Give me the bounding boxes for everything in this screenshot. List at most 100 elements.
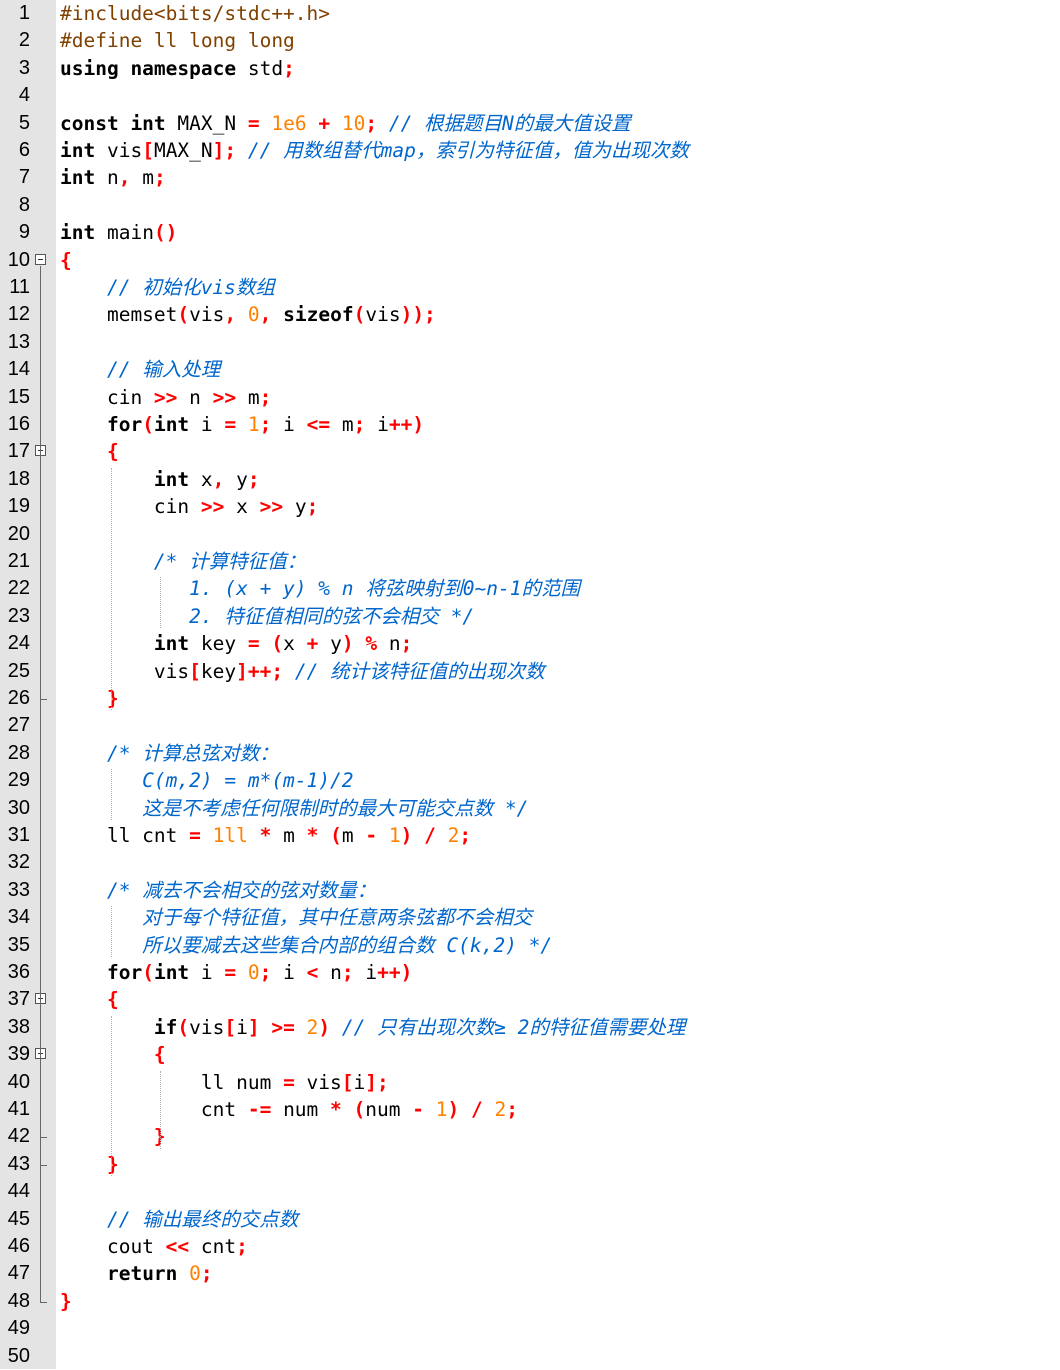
code-line[interactable]: 2 #define ll long long: [0, 27, 1060, 54]
code-text: cin >> n >> m;: [60, 384, 271, 411]
line-number: 42: [7, 1125, 30, 1148]
code-token: m: [236, 385, 260, 409]
code-line[interactable]: 23 2. 特征值相同的弦不会相交 */: [0, 603, 1060, 630]
code-line[interactable]: 12 memset(vis, 0, sizeof(vis));: [0, 301, 1060, 328]
code-line[interactable]: 14 // 输入处理: [0, 356, 1060, 383]
code-line[interactable]: 29 C(m,2) = m*(m-1)/2: [0, 767, 1060, 794]
code-token: vis: [95, 139, 143, 162]
code-line[interactable]: 49: [0, 1315, 1060, 1342]
indent-guide: [160, 1070, 161, 1149]
code-line[interactable]: 18 int x, y;: [0, 466, 1060, 493]
code-line[interactable]: 32: [0, 849, 1060, 876]
code-token: =: [189, 824, 201, 847]
code-token: // 用数组替代map，索引为特征值，值为出现次数: [247, 139, 689, 162]
code-line[interactable]: 44: [0, 1178, 1060, 1205]
code-line[interactable]: 35 所以要减去这些集合内部的组合数 C(k,2) */: [0, 932, 1060, 959]
code-token: >>: [259, 495, 284, 519]
code-token: *: [259, 824, 272, 847]
code-text: /* 计算特征值：: [60, 548, 306, 575]
code-line[interactable]: 34 对于每个特征值，其中任意两条弦都不会相交: [0, 904, 1060, 931]
code-line[interactable]: 33 /* 减去不会相交的弦对数量：: [0, 877, 1060, 904]
code-token: // 初始化vis数组: [106, 276, 275, 299]
code-line[interactable]: 16 for(int i = 1; i <= m; i++): [0, 411, 1060, 438]
code-line[interactable]: 30 这是不考虑任何限制时的最大可能交点数 */: [0, 795, 1060, 822]
line-number: 27: [7, 714, 30, 737]
code-line[interactable]: 50: [0, 1343, 1060, 1370]
line-number: 4: [18, 84, 30, 107]
code-line[interactable]: 37 {: [0, 986, 1060, 1013]
code-line[interactable]: 7 int n, m;: [0, 164, 1060, 191]
code-token: ,: [118, 166, 131, 190]
code-line[interactable]: 10 {: [0, 247, 1060, 274]
line-number: 43: [7, 1152, 30, 1175]
code-token: cin: [60, 385, 154, 409]
code-line[interactable]: 43 }: [0, 1151, 1060, 1178]
fold-end-marker: [40, 1137, 47, 1139]
code-line[interactable]: 41 cnt -= num * (num - 1) / 2;: [0, 1096, 1060, 1123]
code-line[interactable]: 42 }: [0, 1123, 1060, 1150]
code-token: {: [106, 440, 119, 464]
code-line[interactable]: 9 int main(): [0, 219, 1060, 246]
code-line[interactable]: 36 for(int i = 0; i < n; i++): [0, 959, 1060, 986]
code-line[interactable]: 28 /* 计算总弦对数：: [0, 740, 1060, 767]
code-line[interactable]: 24 int key = (x + y) % n;: [0, 630, 1060, 657]
code-token: // 输入处理: [106, 358, 221, 382]
line-number: 32: [7, 851, 30, 874]
code-token: ++): [388, 413, 425, 436]
code-line[interactable]: 25 vis[key]++; // 统计该特征值的出现次数: [0, 658, 1060, 685]
code-line[interactable]: 47 return 0;: [0, 1260, 1060, 1287]
code-line[interactable]: 6 int vis[MAX_N]; // 用数组替代map，索引为特征值，值为出现…: [0, 137, 1060, 164]
code-line[interactable]: 48}: [0, 1288, 1060, 1315]
code-line[interactable]: 39 {: [0, 1041, 1060, 1068]
code-token: ];: [365, 1070, 389, 1094]
code-token: ;: [341, 961, 354, 984]
code-text: cnt -= num * (num - 1) / 2;: [60, 1096, 518, 1123]
line-number: 23: [7, 604, 30, 627]
code-line[interactable]: 11 // 初始化vis数组: [0, 274, 1060, 301]
code-token: [: [341, 1070, 354, 1094]
code-token: /* 计算特征值：: [153, 550, 307, 573]
code-text: }: [60, 685, 119, 712]
code-text: }: [60, 1151, 119, 1178]
code-token: using namespace: [60, 56, 237, 80]
code-line[interactable]: 21 /* 计算特征值：: [0, 548, 1060, 575]
code-token: 1e6: [271, 111, 307, 135]
code-line[interactable]: 8: [0, 192, 1060, 219]
code-line[interactable]: 17 {: [0, 438, 1060, 465]
code-token: ,: [259, 303, 272, 327]
code-editor[interactable]: 1 #include<bits/stdc++.h> 2 #define ll long…: [0, 0, 1060, 1369]
line-number: 45: [7, 1207, 30, 1230]
code-line[interactable]: 31 ll cnt = 1ll * m * (m - 1) / 2;: [0, 822, 1060, 849]
code-line[interactable]: 45 // 输出最终的交点数: [0, 1206, 1060, 1233]
code-line[interactable]: 20: [0, 521, 1060, 548]
code-text: {: [60, 1041, 166, 1068]
code-line[interactable]: 22 1. (x + y) % n 将弦映射到0~n-1的范围: [0, 575, 1060, 602]
code-line[interactable]: 3 using namespace std;: [0, 55, 1060, 82]
code-token: 2: [306, 1015, 319, 1039]
code-token: ;: [353, 413, 366, 436]
code-line[interactable]: 27: [0, 712, 1060, 739]
code-line[interactable]: 13: [0, 329, 1060, 356]
code-line[interactable]: 15 cin >> n >> m;: [0, 384, 1060, 411]
code-token: {: [60, 248, 72, 272]
fold-toggle-icon[interactable]: [35, 253, 46, 265]
code-line[interactable]: 4: [0, 82, 1060, 109]
code-token: int: [153, 413, 190, 436]
line-number: 36: [7, 961, 30, 983]
code-line[interactable]: 26 }: [0, 685, 1060, 712]
code-line[interactable]: 40 ll num = vis[i];: [0, 1069, 1060, 1096]
code-line[interactable]: 5 const int MAX_N = 1e6 + 10; // 根据题目N的最大…: [0, 110, 1060, 137]
code-line[interactable]: 1 #include<bits/stdc++.h>: [0, 0, 1060, 27]
code-token: -: [365, 824, 378, 847]
code-line[interactable]: 19 cin >> x >> y;: [0, 493, 1060, 520]
code-line[interactable]: 46 cout << cnt;: [0, 1233, 1060, 1260]
code-token: C(m,2) = m*(m-1)/2: [60, 769, 354, 793]
code-line[interactable]: 38 if(vis[i] >= 2) // 只有出现次数≥ 2的特征值需要处理: [0, 1014, 1060, 1041]
code-token: (: [177, 1015, 190, 1039]
